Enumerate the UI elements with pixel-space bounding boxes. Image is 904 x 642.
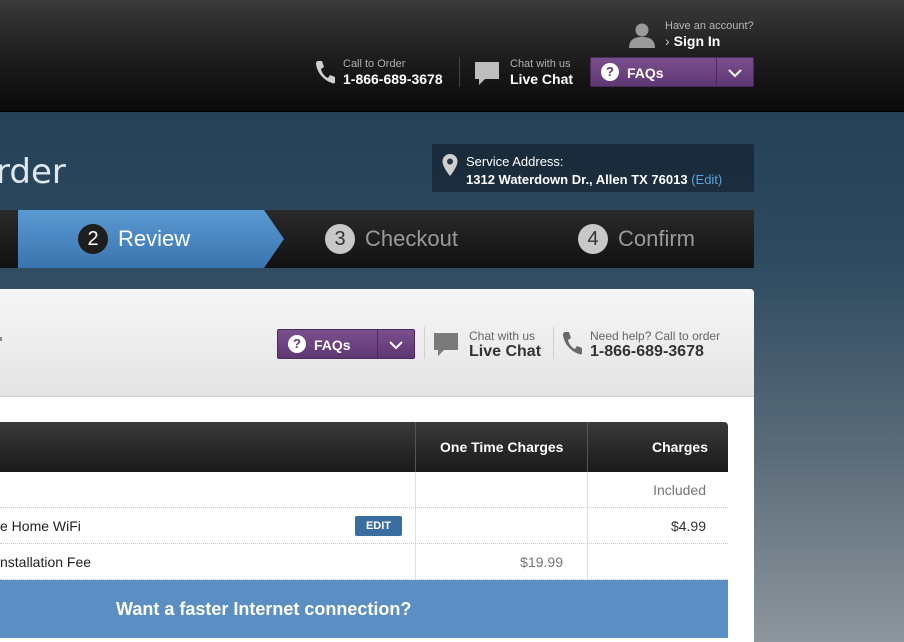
top-header: Have an account? › Sign In Call to Order …	[0, 0, 904, 112]
faq-dropdown[interactable]: ? FAQs	[277, 329, 415, 359]
faq-label: FAQs	[314, 337, 351, 353]
help-bar: ? FAQs Chat with us Live Chat Need help?…	[0, 289, 754, 397]
column-divider	[415, 472, 416, 507]
step-number: 2	[78, 224, 108, 254]
page-title: rder	[0, 152, 66, 192]
divider	[553, 327, 554, 359]
call-label: Need help? Call to order	[590, 329, 721, 343]
column-header-one-time: One Time Charges	[440, 439, 564, 455]
service-address-box: Service Address: 1312 Waterdown Dr., All…	[432, 144, 754, 192]
step-label: Review	[118, 226, 191, 251]
step-label: Checkout	[365, 226, 458, 251]
edit-button[interactable]: EDIT	[355, 516, 402, 536]
have-account-text: Have an account?	[665, 20, 754, 32]
step-checkout[interactable]: 3 Checkout	[325, 210, 458, 268]
phone-icon	[563, 332, 582, 355]
step-confirm[interactable]: 4 Confirm	[578, 210, 695, 268]
chat-bubble-icon	[475, 62, 499, 85]
divider	[424, 327, 425, 359]
chat-label: Chat with us	[469, 329, 536, 343]
chat-label: Chat with us	[510, 58, 571, 70]
promo-text: Want a faster Internet connection?	[116, 599, 412, 619]
table-header: One Time Charges Charges	[0, 422, 728, 472]
map-pin-icon	[442, 154, 458, 176]
step-number: 3	[325, 224, 355, 254]
table-row: Included	[0, 472, 728, 508]
faq-label: FAQs	[627, 65, 664, 81]
question-icon: ?	[601, 63, 619, 81]
panel-marker	[0, 337, 2, 341]
column-header-charges: Charges	[651, 439, 708, 455]
account-signin[interactable]: Have an account? › Sign In	[627, 18, 767, 52]
column-divider	[587, 544, 588, 579]
chat-bubble-icon	[434, 333, 458, 356]
column-divider	[415, 544, 416, 579]
service-address-label: Service Address:	[466, 154, 564, 169]
chevron-down-icon	[389, 341, 403, 350]
charges-cell: $4.99	[670, 518, 706, 534]
edit-address-link[interactable]: (Edit)	[691, 172, 722, 187]
sign-in-label: Sign In	[673, 33, 721, 49]
column-divider	[415, 508, 416, 543]
live-chat-label: Live Chat	[510, 71, 574, 87]
charges-cell: Included	[653, 482, 706, 498]
chevron-right-icon: ›	[665, 33, 670, 49]
step-number: 4	[578, 224, 608, 254]
user-silhouette-icon	[629, 23, 655, 48]
address-text: 1312 Waterdown Dr., Allen TX 76013	[466, 172, 688, 187]
step-review: 2 Review	[78, 210, 190, 268]
item-name: e Home WiFi	[0, 518, 81, 534]
column-divider	[415, 422, 416, 472]
call-number[interactable]: 1-866-689-3678	[590, 343, 704, 361]
call-number[interactable]: 1-866-689-3678	[343, 71, 443, 87]
service-address-value: 1312 Waterdown Dr., Allen TX 76013 (Edit…	[466, 172, 722, 187]
order-review-panel: ? FAQs Chat with us Live Chat Need help?…	[0, 289, 754, 642]
one-time-charge-cell: $19.99	[520, 554, 563, 570]
sign-in-link[interactable]: › Sign In	[665, 33, 720, 49]
call-label: Call to Order	[343, 58, 406, 70]
order-table: One Time Charges Charges Included e Home…	[0, 422, 728, 638]
table-row: nstallation Fee $19.99	[0, 544, 728, 580]
chevron-down-icon	[728, 69, 742, 78]
progress-steps: 2 Review 3 Checkout 4 Confirm	[0, 210, 754, 268]
table-row: e Home WiFi EDIT $4.99	[0, 508, 728, 544]
dropdown-toggle[interactable]	[717, 58, 753, 86]
column-divider	[587, 422, 588, 472]
faq-dropdown-top[interactable]: ? FAQs	[590, 57, 754, 87]
question-icon: ?	[288, 335, 306, 353]
step-label: Confirm	[618, 226, 696, 251]
column-divider	[587, 472, 588, 507]
live-chat-label: Live Chat	[469, 343, 542, 360]
item-name: nstallation Fee	[0, 554, 92, 570]
divider	[459, 57, 460, 87]
upgrade-promo-banner[interactable]: Want a faster Internet connection?	[0, 580, 728, 638]
phone-icon	[316, 61, 335, 84]
column-divider	[587, 508, 588, 543]
dropdown-toggle[interactable]	[378, 330, 414, 358]
